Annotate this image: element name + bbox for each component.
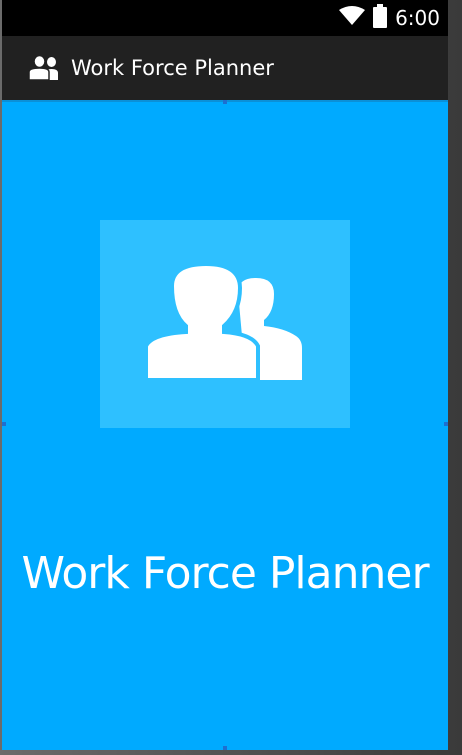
app-screen: 6:00 Work Force Planner Work Force Plann… (2, 0, 448, 750)
users-icon (28, 56, 58, 80)
device-frame: 6:00 Work Force Planner Work Force Plann… (0, 0, 462, 755)
wifi-icon (339, 6, 366, 30)
splash-title: Work Force Planner (21, 548, 429, 599)
layout-marker (223, 746, 227, 750)
action-bar: Work Force Planner (2, 36, 448, 100)
action-bar-title: Work Force Planner (71, 56, 274, 80)
app-logo (100, 220, 350, 428)
status-time: 6:00 (395, 6, 440, 30)
layout-marker (223, 100, 227, 104)
users-icon (144, 261, 304, 384)
layout-marker (444, 422, 448, 426)
battery-icon (373, 4, 388, 32)
layout-marker (2, 422, 6, 426)
status-bar: 6:00 (2, 0, 448, 36)
status-icons: 6:00 (339, 0, 440, 36)
